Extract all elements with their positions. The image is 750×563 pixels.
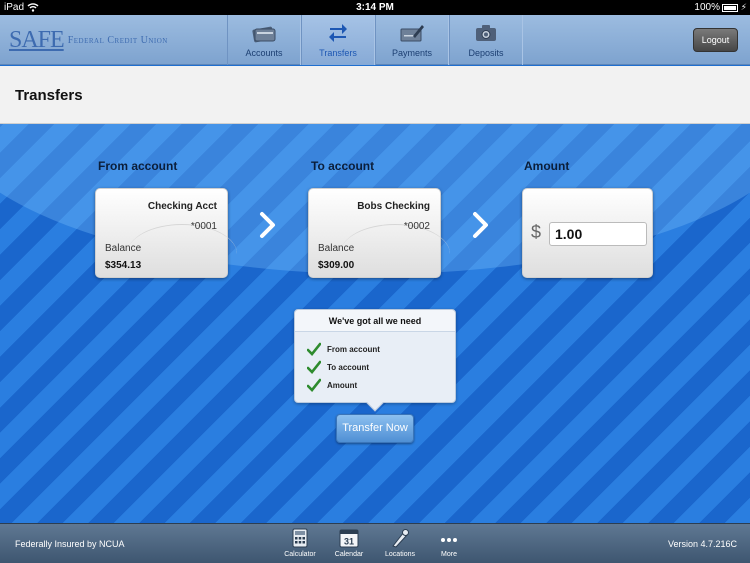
logo-main: SAFE bbox=[9, 26, 65, 53]
nav-bar: SAFE Federal Credit Union Accounts Trans… bbox=[0, 15, 750, 65]
tab-deposits-label: Deposits bbox=[468, 48, 504, 58]
more-label: More bbox=[441, 551, 457, 558]
wallet-icon bbox=[252, 26, 276, 43]
checkmark-icon bbox=[307, 360, 321, 374]
locations-button[interactable]: Locations bbox=[378, 527, 422, 563]
checklist-item: Amount bbox=[307, 377, 357, 393]
checkbook-icon bbox=[400, 25, 424, 42]
transfer-now-button[interactable]: Transfer Now bbox=[336, 414, 414, 443]
from-balance-label: Balance bbox=[105, 243, 142, 254]
checklist-title: We've got all we need bbox=[295, 310, 455, 332]
calendar-day: 31 bbox=[344, 537, 354, 547]
ncua-notice: Federally Insured by NCUA bbox=[15, 539, 125, 549]
checkmark-icon bbox=[307, 342, 321, 356]
tab-deposits[interactable]: Deposits bbox=[449, 15, 523, 65]
calculator-button[interactable]: Calculator bbox=[278, 527, 322, 563]
card-decoration bbox=[340, 224, 450, 284]
from-account-name: Checking Acct bbox=[147, 201, 217, 212]
checklist-item: To account bbox=[307, 359, 369, 375]
page-title: Transfers bbox=[15, 87, 83, 104]
tab-accounts-label: Accounts bbox=[245, 48, 283, 58]
popover-pointer bbox=[366, 394, 384, 412]
calendar-button[interactable]: 31 Calendar bbox=[327, 527, 371, 563]
checklist-item: From account bbox=[307, 341, 380, 357]
tab-transfers-label: Transfers bbox=[319, 48, 357, 58]
to-balance-value: $309.00 bbox=[318, 260, 355, 271]
battery-icon bbox=[722, 4, 738, 12]
tab-payments-label: Payments bbox=[391, 48, 433, 58]
checkmark-icon bbox=[307, 378, 321, 392]
more-dots-icon bbox=[441, 538, 457, 542]
logo: SAFE Federal Credit Union bbox=[9, 27, 168, 53]
calculator-label: Calculator bbox=[284, 551, 316, 558]
to-account-card[interactable]: Bobs Checking *0002 Balance $309.00 bbox=[308, 188, 450, 278]
logo-sub: Federal Credit Union bbox=[67, 34, 168, 46]
to-account-label: To account bbox=[311, 159, 375, 173]
card-decoration bbox=[127, 224, 237, 284]
battery-percent: 100% bbox=[694, 2, 720, 13]
from-account-label: From account bbox=[98, 159, 178, 173]
calendar-label: Calendar bbox=[334, 551, 364, 558]
app-version: Version 4.7.216C bbox=[667, 539, 737, 549]
transfer-arrows-icon bbox=[329, 24, 347, 42]
map-pin-icon bbox=[392, 529, 409, 548]
footer-toolbar: Federally Insured by NCUA Calculator 31 … bbox=[0, 523, 750, 563]
checklist-item-label: Amount bbox=[327, 380, 358, 390]
calendar-icon: 31 bbox=[339, 529, 359, 548]
from-account-card[interactable]: Checking Acct *0001 Balance $354.13 bbox=[95, 188, 237, 278]
tab-accounts[interactable]: Accounts bbox=[227, 15, 301, 65]
to-account-number: *0002 bbox=[403, 221, 430, 232]
more-button[interactable]: More bbox=[427, 527, 471, 563]
status-time: 3:14 PM bbox=[356, 2, 394, 13]
charging-icon: ⚡ bbox=[740, 2, 747, 12]
transfer-panel: From account To account Amount Checking … bbox=[0, 124, 750, 523]
calculator-icon bbox=[292, 528, 308, 548]
amount-card: $ bbox=[522, 188, 653, 278]
checklist-popover: We've got all we need From account To ac… bbox=[294, 309, 456, 412]
logout-button[interactable]: Logout bbox=[693, 28, 738, 52]
main-tabs: Accounts Transfers Payments Deposits bbox=[227, 15, 523, 65]
camera-icon bbox=[476, 25, 496, 41]
to-account-name: Bobs Checking bbox=[357, 201, 430, 212]
page-header: Transfers bbox=[0, 66, 750, 124]
status-bar: iPad 3:14 PM 100% ⚡ bbox=[0, 0, 750, 15]
checklist-item-label: To account bbox=[327, 362, 370, 372]
locations-label: Locations bbox=[385, 551, 415, 558]
checklist-item-label: From account bbox=[327, 344, 380, 354]
to-balance-label: Balance bbox=[318, 243, 355, 254]
chevron-right-icon bbox=[473, 212, 488, 238]
chevron-right-icon bbox=[260, 212, 275, 238]
tab-payments[interactable]: Payments bbox=[375, 15, 449, 65]
tab-transfers[interactable]: Transfers bbox=[301, 15, 375, 65]
currency-symbol: $ bbox=[531, 222, 542, 242]
amount-input[interactable] bbox=[549, 222, 647, 246]
from-account-number: *0001 bbox=[190, 221, 217, 232]
from-balance-value: $354.13 bbox=[105, 260, 142, 271]
amount-label: Amount bbox=[524, 159, 570, 173]
